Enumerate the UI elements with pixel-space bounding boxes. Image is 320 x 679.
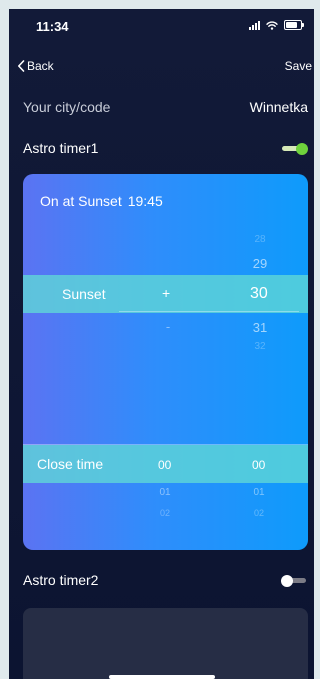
home-indicator [109,675,215,679]
selected-offset[interactable]: 30 [250,285,268,303]
astro-timer2-label: Astro timer2 [23,572,99,588]
astro-timer2-toggle[interactable] [281,574,306,587]
summary-event: On at Sunset [40,193,122,209]
astro-timer2-row: Astro timer2 [23,572,314,588]
minus-sign[interactable]: - [166,319,170,334]
close-minutes-selected[interactable]: 00 [252,458,265,472]
picker-number[interactable]: 01 [159,487,170,498]
wifi-icon [266,20,278,30]
astro-timer2-card [23,608,308,679]
summary-time: 19:45 [127,193,163,209]
city-row[interactable]: Your city/code Winnetka [23,99,314,115]
back-button[interactable]: Back [17,59,54,73]
nav-bar: Back Save [9,53,314,77]
save-button[interactable]: Save [285,59,312,73]
plus-sign[interactable]: + [162,285,170,301]
close-time-label: Close time [37,456,104,472]
chevron-left-icon [18,60,25,72]
status-icons [249,20,304,30]
close-time-selection[interactable]: Close time 00 00 [23,444,308,483]
picker-divider [23,444,308,445]
picker-number[interactable]: 01 [253,487,264,498]
close-hours-selected[interactable]: 00 [158,458,171,472]
picker-number[interactable]: 29 [253,256,267,271]
picker-number[interactable]: 02 [254,508,264,518]
app-screen: 11:34 Back Save Your city/code Winnetka … [9,9,314,679]
astro-timer1-card: On at Sunset 19:45 28 29 Sunset + 30 - 3… [23,174,308,550]
astro-timer1-row: Astro timer1 [23,140,314,156]
cellular-signal-icon [249,20,260,30]
back-label: Back [27,59,54,73]
picker-number[interactable]: 02 [160,508,170,518]
battery-icon [284,20,304,30]
city-label: Your city/code [23,99,111,115]
status-time: 11:34 [36,19,69,34]
sunset-event-label[interactable]: Sunset [62,286,106,302]
status-bar: 11:34 [9,9,314,39]
sunset-picker-selection[interactable]: Sunset + 30 [23,275,308,313]
picker-divider [119,311,299,312]
toggle-knob [296,142,308,155]
timer1-summary: On at Sunset 19:45 [40,193,163,209]
city-value[interactable]: Winnetka [250,99,308,115]
astro-timer1-toggle[interactable] [282,142,308,155]
picker-number[interactable]: 31 [253,320,267,335]
toggle-knob [281,574,293,587]
picker-number[interactable]: 32 [254,341,265,352]
picker-number[interactable]: 28 [254,234,265,245]
astro-timer1-label: Astro timer1 [23,140,99,156]
